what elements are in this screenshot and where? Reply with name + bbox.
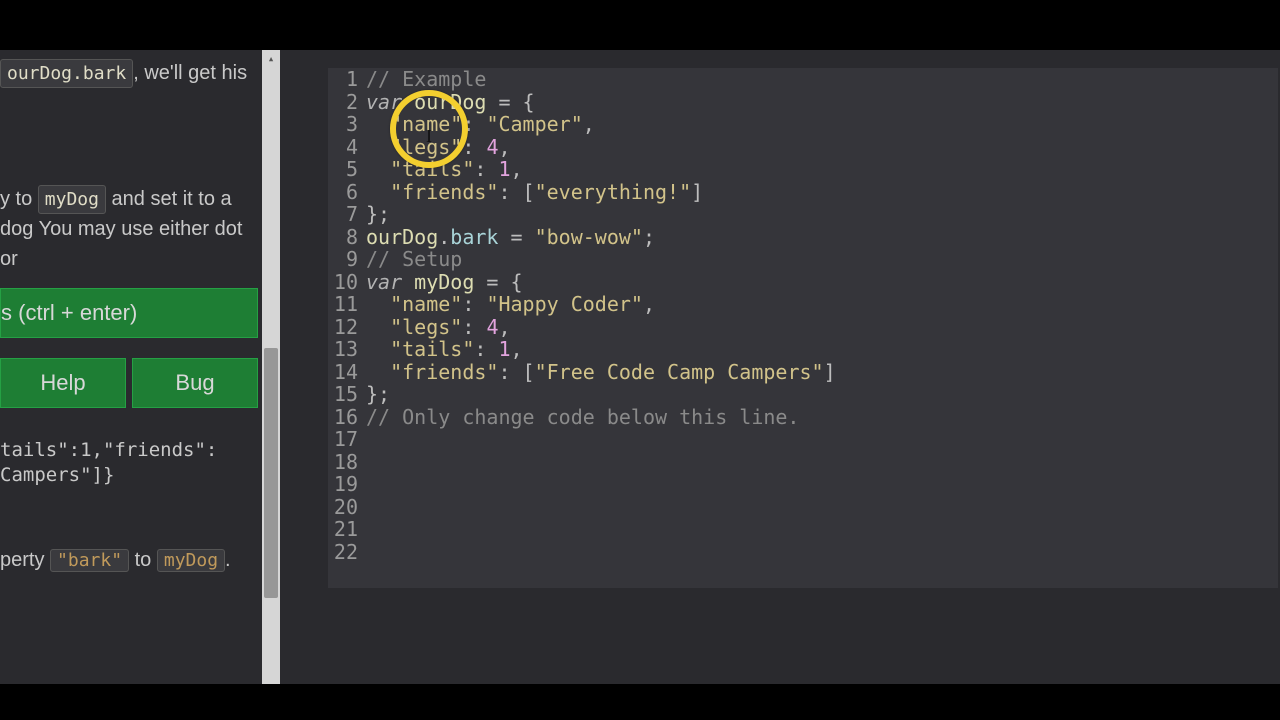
code-line[interactable]: // Example	[366, 68, 1278, 91]
code-line[interactable]: };	[366, 383, 1278, 406]
bug-button[interactable]: Bug	[132, 358, 258, 408]
code-line[interactable]: var myDog = {	[366, 271, 1278, 294]
line-number: 15	[328, 383, 358, 406]
letterbox-top	[0, 0, 1280, 50]
output-line-2: Campers"]}	[0, 463, 262, 488]
code-tag-bark: "bark"	[50, 549, 129, 572]
code-line[interactable]: };	[366, 203, 1278, 226]
help-button[interactable]: Help	[0, 358, 126, 408]
line-number: 3	[328, 113, 358, 136]
scrollbar-thumb[interactable]	[264, 348, 278, 598]
line-number: 13	[328, 338, 358, 361]
line-number: 12	[328, 316, 358, 339]
run-button-label: s (ctrl + enter)	[1, 300, 137, 326]
code-content[interactable]: // Examplevar ourDog = { "name": "Camper…	[366, 68, 1278, 588]
output-line-1: tails":1,"friends":	[0, 438, 262, 463]
desc-text-2a: y to	[0, 188, 38, 210]
line-number: 20	[328, 496, 358, 519]
code-line[interactable]: "friends": ["everything!"]	[366, 181, 1278, 204]
line-number: 11	[328, 293, 358, 316]
description-fragment-1: ourDog.bark, we'll get his	[0, 50, 262, 96]
code-line[interactable]: "name": "Happy Coder",	[366, 293, 1278, 316]
code-line[interactable]: // Setup	[366, 248, 1278, 271]
line-number: 5	[328, 158, 358, 181]
line-number: 16	[328, 406, 358, 429]
line-number: 7	[328, 203, 358, 226]
code-line[interactable]: "tails": 1,	[366, 338, 1278, 361]
line-number: 4	[328, 136, 358, 159]
scroll-up-arrow[interactable]: ▴	[262, 50, 280, 68]
line-number: 22	[328, 541, 358, 564]
task-text-c: .	[225, 549, 231, 571]
line-number: 19	[328, 473, 358, 496]
letterbox-bottom	[0, 684, 1280, 720]
code-line[interactable]: "name": "Camper",	[366, 113, 1278, 136]
desc-text-1: , we'll get his	[133, 62, 247, 84]
help-button-label: Help	[40, 370, 85, 396]
bug-button-label: Bug	[175, 370, 214, 396]
code-line[interactable]: "legs": 4,	[366, 136, 1278, 159]
run-tests-button[interactable]: s (ctrl + enter)	[0, 288, 258, 338]
line-number: 2	[328, 91, 358, 114]
code-line[interactable]: ourDog.bark = "bow-wow";	[366, 226, 1278, 249]
line-number: 6	[328, 181, 358, 204]
line-number-gutter: 12345678910111213141516171819202122	[328, 68, 366, 588]
line-number: 17	[328, 428, 358, 451]
task-text-a: perty	[0, 549, 50, 571]
description-fragment-2: y to myDog and set it to a dog You may u…	[0, 176, 262, 282]
code-line[interactable]: var ourDog = {	[366, 91, 1278, 114]
code-line[interactable]: "tails": 1,	[366, 158, 1278, 181]
button-row: Help Bug	[0, 358, 258, 408]
code-tag-mydog-2: myDog	[157, 549, 225, 572]
line-number: 14	[328, 361, 358, 384]
code-line[interactable]: // Only change code below this line.	[366, 406, 1278, 429]
editor-viewport[interactable]: 12345678910111213141516171819202122 // E…	[328, 68, 1278, 588]
code-line[interactable]: "friends": ["Free Code Camp Campers"]	[366, 361, 1278, 384]
line-number: 18	[328, 451, 358, 474]
code-tag-mydog: myDog	[38, 185, 106, 214]
code-editor[interactable]: 12345678910111213141516171819202122 // E…	[280, 50, 1280, 684]
task-fragment: perty "bark" to myDog.	[0, 549, 262, 572]
code-tag-ourdog-bark: ourDog.bark	[0, 59, 133, 88]
line-number: 9	[328, 248, 358, 271]
code-line[interactable]: "legs": 4,	[366, 316, 1278, 339]
line-number: 8	[328, 226, 358, 249]
scrollbar-track[interactable]: ▴	[262, 50, 280, 684]
line-number: 10	[328, 271, 358, 294]
task-text-b: to	[129, 549, 157, 571]
instructions-panel: ourDog.bark, we'll get his y to myDog an…	[0, 50, 262, 684]
line-number: 21	[328, 518, 358, 541]
line-number: 1	[328, 68, 358, 91]
output-fragment: tails":1,"friends": Campers"]}	[0, 438, 262, 487]
